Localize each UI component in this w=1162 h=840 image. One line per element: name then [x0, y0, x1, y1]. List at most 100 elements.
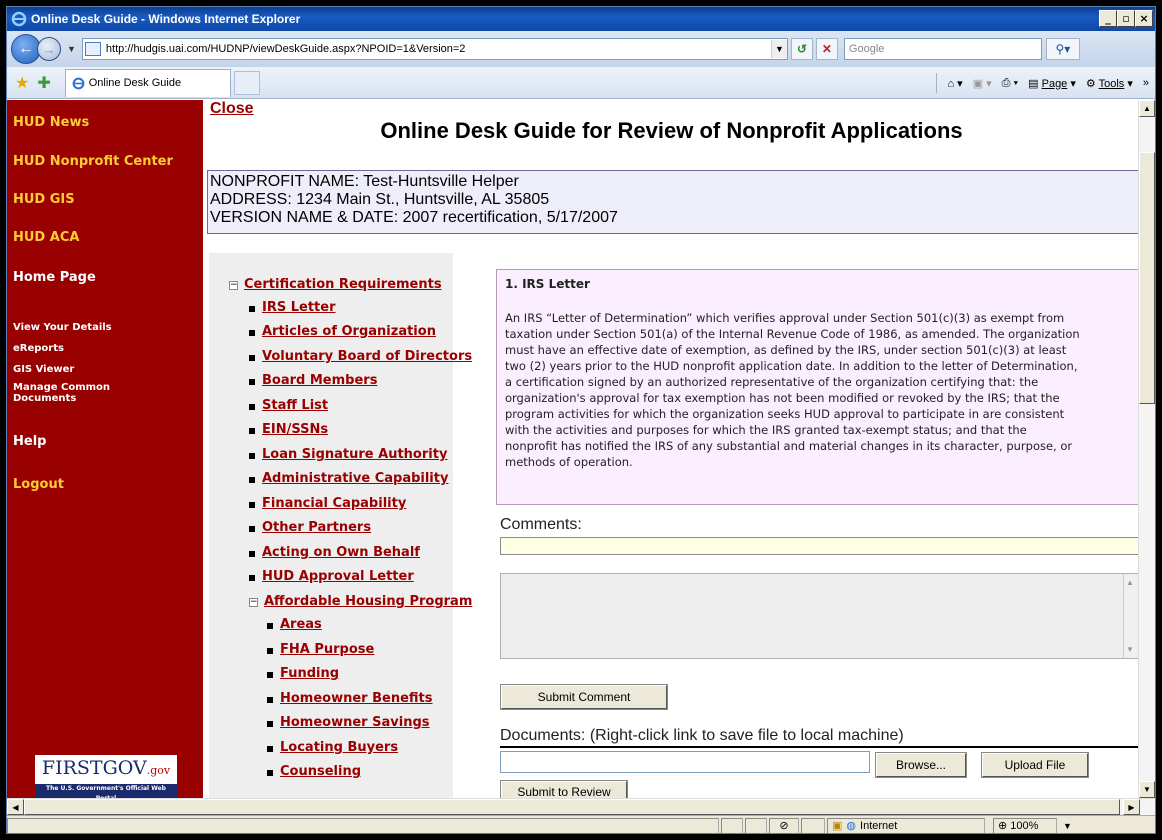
nav-gis-viewer[interactable]: GIS Viewer [13, 364, 74, 375]
comment-textarea[interactable]: ▲ ▼ [500, 573, 1140, 659]
nav-nonprofit-center[interactable]: HUD Nonprofit Center [13, 154, 173, 169]
bullet-icon [249, 526, 255, 532]
tree-item[interactable]: Loan Signature Authority [262, 447, 447, 462]
tree-item[interactable]: Areas [280, 617, 322, 632]
tree-item[interactable]: Locating Buyers [280, 740, 398, 755]
address-field[interactable]: http://hudgis.uai.com/HUDNP/viewDeskGuid… [81, 38, 788, 60]
search-button[interactable]: ⚲▾ [1045, 38, 1080, 60]
tree-item[interactable]: Other Partners [262, 520, 371, 535]
bullet-icon [249, 428, 255, 434]
feeds-icon[interactable]: ▣ ▾ [973, 77, 992, 90]
page-menu[interactable]: ▤ Page ▾ [1028, 77, 1076, 90]
status-bar: ⊘ ▣ ◍ Internet ⊕ 100% ▼ [7, 815, 1155, 833]
new-tab-button[interactable] [233, 70, 260, 95]
minimize-button[interactable]: _ [1099, 10, 1117, 27]
tab-online-desk-guide[interactable]: Online Desk Guide [64, 68, 231, 97]
privacy-icon[interactable]: ⊘ [769, 817, 799, 833]
tree-item[interactable]: Acting on Own Behalf [262, 545, 420, 560]
scroll-left-icon[interactable]: ◀ [7, 799, 24, 815]
nav-help[interactable]: Help [13, 434, 46, 449]
irs-line: two (2) years prior to the HUD nonprofit… [505, 359, 1078, 373]
tree-item[interactable]: Voluntary Board of Directors [262, 349, 472, 364]
vertical-scrollbar[interactable]: ▲ ▼ [1138, 100, 1155, 798]
add-favorites-icon[interactable]: ✚ [37, 73, 50, 93]
nonprofit-name: NONPROFIT NAME: Test-Huntsville Helper [210, 173, 519, 190]
nav-hud-aca[interactable]: HUD ACA [13, 230, 79, 245]
favorites-star-icon[interactable]: ★ [15, 73, 29, 93]
close-link[interactable]: Close [210, 100, 254, 118]
search-placeholder: Google [848, 43, 885, 55]
bullet-icon [249, 404, 255, 410]
tree-item[interactable]: Counseling [280, 764, 361, 779]
tools-menu[interactable]: ⚙ Tools ▾ [1086, 77, 1133, 90]
upload-file-button[interactable]: Upload File [981, 752, 1089, 778]
tree-item[interactable]: Funding [280, 666, 339, 681]
chevron-more-icon[interactable]: » [1143, 77, 1149, 89]
tree-item[interactable]: Administrative Capability [262, 471, 448, 486]
bullet-icon [249, 355, 255, 361]
collapse-icon[interactable]: − [229, 281, 238, 290]
print-icon[interactable]: ⎙ ▾ [1002, 77, 1018, 90]
documents-label: Documents: (Right-click link to save fil… [500, 727, 904, 744]
nav-hud-gis[interactable]: HUD GIS [13, 192, 75, 207]
protected-mode-icon: ▣ [832, 820, 843, 832]
tree-item[interactable]: FHA Purpose [280, 642, 374, 657]
history-dropdown-icon[interactable]: ▼ [67, 44, 76, 54]
home-icon[interactable]: ⌂ ▾ [947, 77, 962, 90]
firstgov-logo[interactable]: FIRSTGOV.gov The U.S. Government's Offic… [35, 755, 177, 804]
zoom-control[interactable]: ⊕ 100% [993, 817, 1057, 833]
nav-hud-news[interactable]: HUD News [13, 115, 89, 130]
tree-item[interactable]: Articles of Organization [262, 324, 436, 339]
file-path-input[interactable] [500, 751, 870, 773]
scroll-right-icon[interactable]: ▶ [1123, 799, 1140, 815]
browse-button[interactable]: Browse... [875, 752, 967, 778]
tree-item[interactable]: Homeowner Benefits [280, 691, 433, 706]
comment-field[interactable] [500, 537, 1140, 555]
bullet-icon [249, 502, 255, 508]
tree-item[interactable]: Homeowner Savings [280, 715, 430, 730]
submit-comment-button[interactable]: Submit Comment [500, 684, 668, 710]
bullet-icon [249, 551, 255, 557]
hscroll-thumb[interactable] [24, 799, 1120, 815]
nav-ereports[interactable]: eReports [13, 343, 64, 354]
firstgov-main: FIRSTGOV [41, 757, 147, 779]
status-cell [801, 817, 825, 833]
textarea-scrollbar[interactable]: ▲ ▼ [1123, 574, 1137, 658]
documents-divider [500, 746, 1140, 748]
comments-label: Comments: [500, 516, 582, 533]
globe-icon: ◍ [846, 820, 857, 832]
nav-manage-docs[interactable]: Manage Common Documents [13, 382, 110, 404]
scroll-up-icon[interactable]: ▲ [1139, 100, 1155, 117]
search-input[interactable]: Google [843, 38, 1042, 60]
nav-home-page[interactable]: Home Page [13, 270, 96, 285]
horizontal-scrollbar[interactable]: ◀ ▶ [7, 798, 1155, 815]
scroll-down-icon[interactable]: ▼ [1139, 781, 1155, 798]
nav-view-details[interactable]: View Your Details [13, 322, 112, 333]
requirements-tree: − Certification Requirements IRS Letter … [209, 253, 472, 798]
address-dropdown-icon[interactable]: ▼ [770, 40, 787, 58]
irs-letter-panel: 1. IRS Letter An IRS “Letter of Determin… [496, 269, 1140, 505]
tree-item[interactable]: Staff List [262, 398, 328, 413]
stop-button[interactable]: ✕ [815, 38, 838, 60]
maximize-button[interactable]: ▫ [1117, 10, 1135, 27]
refresh-button[interactable]: ↺ [790, 38, 813, 60]
zoom-dropdown-icon[interactable]: ▼ [1063, 821, 1072, 831]
scroll-thumb[interactable] [1139, 152, 1155, 404]
tree-item[interactable]: EIN/SSNs [262, 422, 328, 437]
tree-item[interactable]: Financial Capability [262, 496, 406, 511]
nav-logout[interactable]: Logout [13, 477, 64, 492]
page-icon [84, 42, 101, 56]
close-window-button[interactable]: × [1135, 10, 1153, 27]
bullet-icon [267, 672, 273, 678]
tree-node-ahp[interactable]: Affordable Housing Program [264, 594, 472, 609]
tree-node-certification[interactable]: Certification Requirements [244, 277, 442, 292]
collapse-icon[interactable]: − [249, 598, 258, 607]
tree-item[interactable]: HUD Approval Letter [262, 569, 414, 584]
bullet-icon [267, 648, 273, 654]
forward-button[interactable]: → [37, 37, 61, 61]
tree-item[interactable]: IRS Letter [262, 300, 336, 315]
tree-item[interactable]: Board Members [262, 373, 377, 388]
security-zone: ▣ ◍ Internet [827, 817, 985, 833]
bullet-icon [249, 306, 255, 312]
submit-to-review-button[interactable]: Submit to Review [500, 780, 628, 798]
